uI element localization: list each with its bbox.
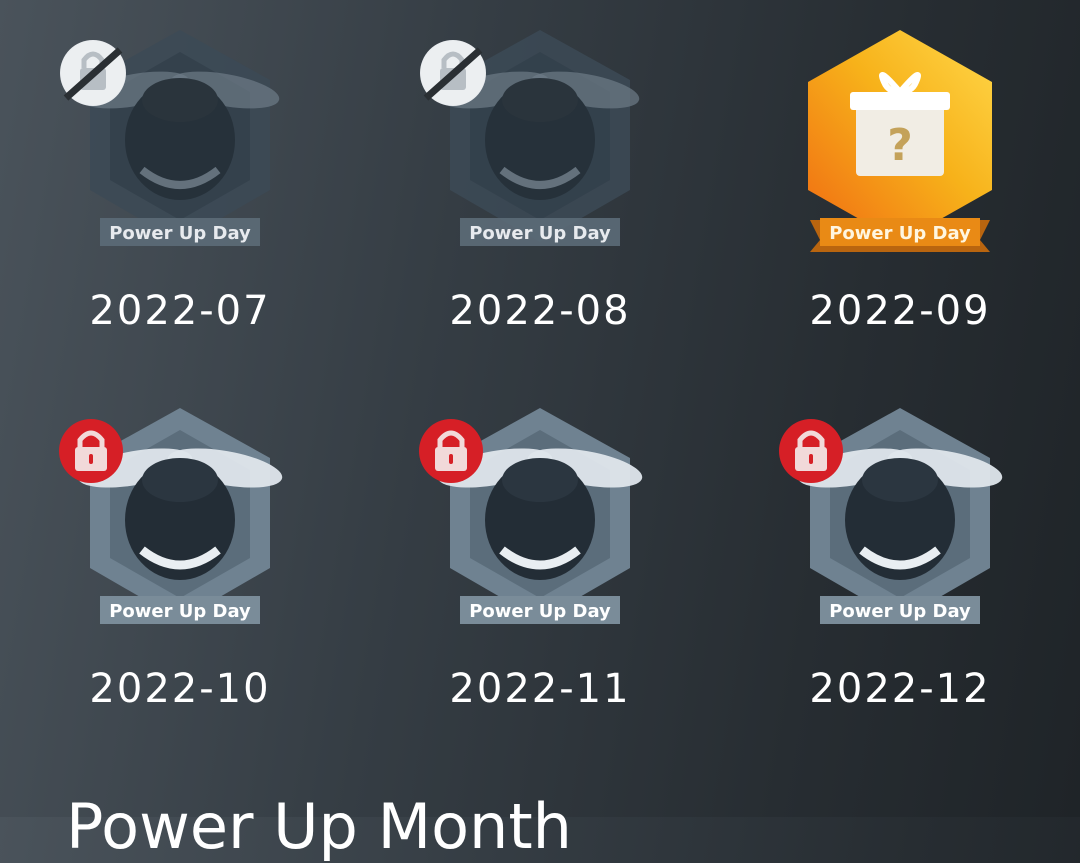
badge-banner: Power Up Day (109, 223, 251, 244)
gift-badge-icon: ? Power Up Day (780, 30, 1020, 270)
badge-2022-08[interactable]: Power Up Day 2022-08 (360, 30, 720, 400)
badge-2022-11[interactable]: Power Up Day 2022-11 (360, 408, 720, 778)
section-heading: Power Up Month (66, 790, 572, 863)
red-lock-icon (778, 418, 844, 484)
gift-question-mark: ? (887, 120, 913, 171)
badge-banner: Power Up Day (469, 223, 611, 244)
badge-2022-09[interactable]: ? Power Up Day 2022-09 (720, 30, 1080, 400)
badge-month-label: 2022-07 (89, 288, 271, 334)
eye-off-lock-icon (420, 40, 486, 106)
badge-2022-10[interactable]: Power Up Day 2022-10 (0, 408, 360, 778)
badge-month-label: 2022-11 (449, 666, 631, 712)
badge-month-label: 2022-08 (449, 288, 631, 334)
badge-month-label: 2022-12 (809, 666, 991, 712)
badge-banner: Power Up Day (829, 223, 971, 244)
red-lock-icon (418, 418, 484, 484)
badge-banner: Power Up Day (469, 601, 611, 622)
badge-banner: Power Up Day (109, 601, 251, 622)
eye-off-lock-icon (60, 40, 126, 106)
red-lock-icon (58, 418, 124, 484)
badge-2022-07[interactable]: Power Up Day 2022-07 (0, 30, 360, 400)
badge-month-label: 2022-09 (809, 288, 991, 334)
badge-month-label: 2022-10 (89, 666, 271, 712)
badge-2022-12[interactable]: Power Up Day 2022-12 (720, 408, 1080, 778)
badge-banner: Power Up Day (829, 601, 971, 622)
badge-grid: Power Up Day 2022-07 Power Up Day 2022-0… (0, 0, 1080, 817)
